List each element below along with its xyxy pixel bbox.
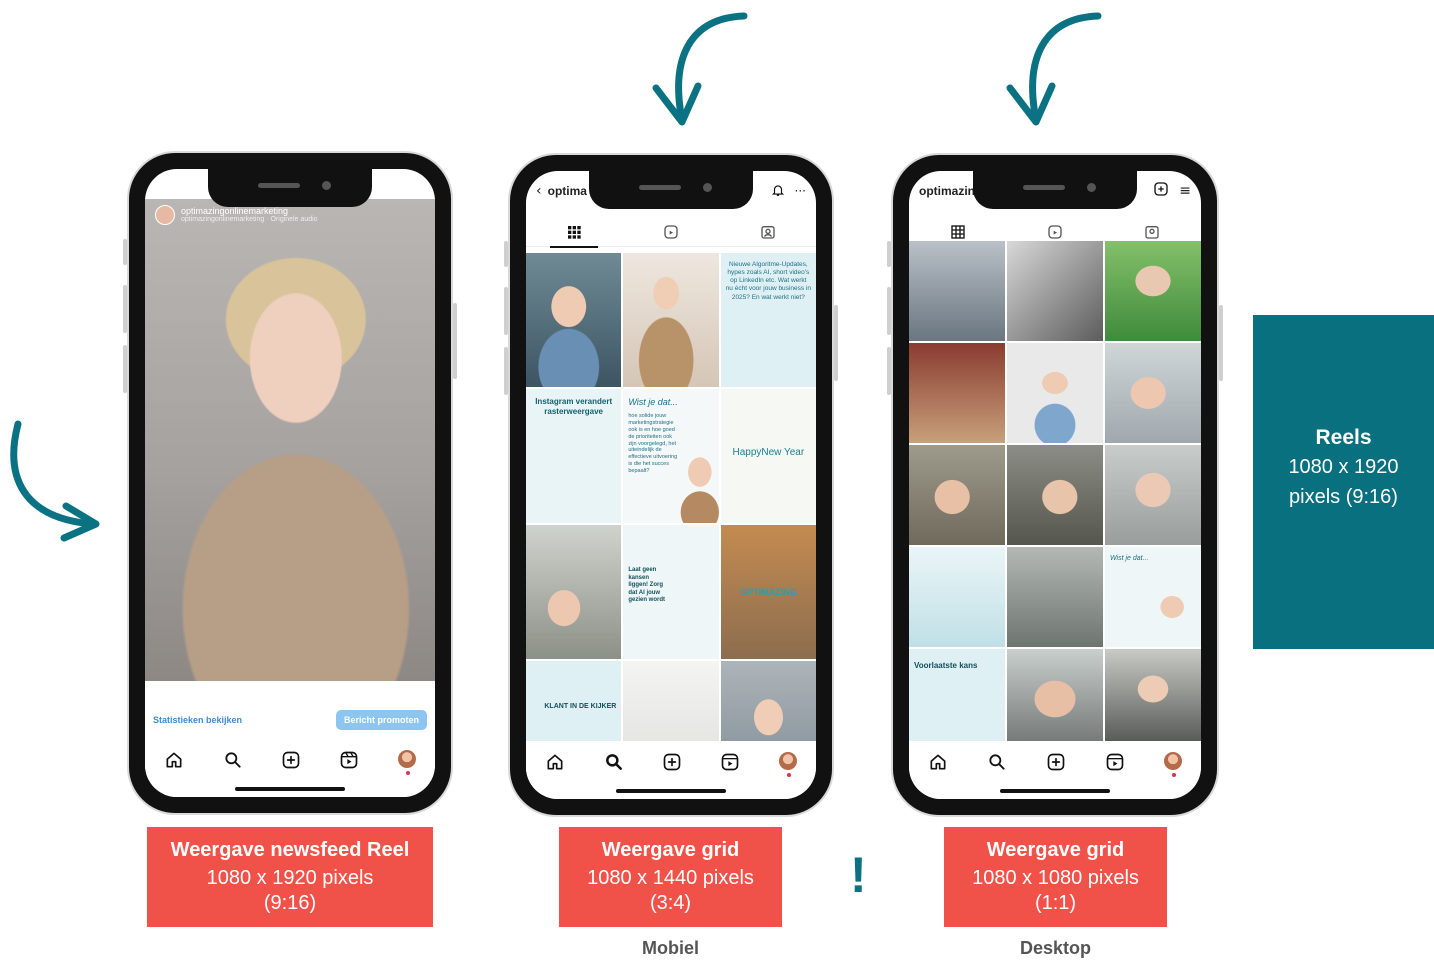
grid-post[interactable] [1007, 241, 1103, 341]
grid-post[interactable] [1007, 445, 1103, 545]
post-text: Laat geen kansen liggen! Zorg dat AI jou… [628, 567, 665, 603]
reel-screen: optimazingonlinemarketing optimazingonli… [145, 169, 435, 797]
grid-post[interactable] [623, 253, 719, 387]
grid-post[interactable]: HappyNew Year [720, 389, 816, 523]
label-reels: Reels 1080 x 1920 pixels (9:16) [1253, 315, 1434, 649]
search-icon[interactable] [603, 751, 625, 773]
grid-post[interactable]: Wist je dat... hoe solide jouw marketing… [623, 389, 719, 523]
post-text: Nieuwe Algoritme-Updates, hypes zoals AI… [725, 261, 811, 301]
label-ratio: (9:16) [263, 892, 317, 914]
post-grid: Nieuwe Algoritme-Updates, hypes zoals AI… [526, 253, 816, 795]
phone-grid-mobile: ‹ optima ··· Nieuwe Algoritme-Updates, h… [504, 155, 838, 815]
stats-link[interactable]: Statistieken bekijken [153, 715, 242, 725]
profile-screen: optimazin ≡ Wist je dat... Voorlaatste k… [909, 171, 1201, 799]
post-text: Voorlaatste kans [914, 661, 978, 670]
caption-mobile: Mobiel [642, 938, 699, 958]
search-icon[interactable] [986, 751, 1008, 773]
grid-post[interactable] [526, 253, 622, 387]
post-title: Wist je dat... [628, 397, 678, 407]
grid-post[interactable]: Wist je dat... [1105, 547, 1201, 647]
grid-post[interactable]: Nieuwe Algoritme-Updates, hypes zoals AI… [720, 253, 816, 387]
label-ratio: (1:1) [1034, 892, 1077, 914]
reel-username[interactable]: optimazingonlinemarketing [181, 206, 318, 217]
grid-post[interactable] [1105, 343, 1201, 443]
label-ratio: pixels (9:16) [1289, 486, 1398, 509]
search-icon[interactable] [222, 749, 244, 771]
post-text: OPTIMAZING [740, 587, 797, 597]
grid-post[interactable] [909, 343, 1005, 443]
more-icon[interactable]: ··· [795, 184, 806, 198]
post-title: Wist je dat... [1110, 555, 1149, 562]
post-text: KLANT IN DE KIJKER [544, 703, 617, 710]
create-icon[interactable] [661, 751, 683, 773]
reel-video[interactable] [145, 199, 435, 681]
grid-post[interactable] [1007, 649, 1103, 749]
post-text: HappyNew Year [732, 447, 805, 458]
phone-reel: optimazingonlinemarketing optimazingonli… [123, 153, 457, 813]
label-grid-mobile: Weergave grid 1080 x 1440 pixels (3:4) [559, 827, 782, 927]
reel-insights-bar: Statistieken bekijken Bericht promoten [145, 703, 435, 737]
home-icon[interactable] [927, 751, 949, 773]
phone-grid-desktop: optimazin ≡ Wist je dat... Voorlaatste k… [887, 155, 1223, 815]
arrow-down-icon [652, 12, 748, 126]
grid-post[interactable] [909, 547, 1005, 647]
menu-icon[interactable]: ≡ [1179, 183, 1191, 199]
grid-icon[interactable] [933, 222, 982, 248]
label-size: 1080 x 1920 [1288, 456, 1399, 479]
reels-tab-icon[interactable] [661, 222, 681, 242]
profile-avatar[interactable] [1162, 751, 1183, 777]
grid-post[interactable]: Instagram verandert rasterweergave [526, 389, 622, 523]
create-icon[interactable] [1153, 181, 1169, 201]
post-grid: Wist je dat... Voorlaatste kans [909, 241, 1201, 749]
grid-post[interactable] [1007, 547, 1103, 647]
reels-icon[interactable] [1104, 751, 1126, 773]
grid-post[interactable] [1105, 649, 1201, 749]
grid-post[interactable] [1007, 343, 1103, 443]
reel-author[interactable]: optimazingonlinemarketing optimazingonli… [155, 205, 318, 225]
label-grid-desktop: Weergave grid 1080 x 1080 pixels (1:1) [944, 827, 1167, 927]
label-title: Reels [1315, 426, 1372, 449]
promote-button[interactable]: Bericht promoten [335, 710, 427, 730]
back-icon[interactable]: ‹ [536, 183, 542, 199]
tagged-icon[interactable] [758, 222, 778, 242]
home-icon[interactable] [544, 751, 566, 773]
post-text: Instagram verandert rasterweergave [535, 397, 613, 416]
exclamation-mark: ! [850, 847, 867, 903]
avatar[interactable] [155, 205, 175, 225]
reels-icon[interactable] [719, 751, 741, 773]
profile-screen: ‹ optima ··· Nieuwe Algoritme-Updates, h… [526, 171, 816, 799]
grid-post[interactable] [1105, 445, 1201, 545]
profile-tabs [526, 217, 816, 248]
label-ratio: (3:4) [649, 892, 692, 914]
grid-post[interactable]: OPTIMAZING [720, 525, 816, 659]
create-icon[interactable] [1045, 751, 1067, 773]
profile-username[interactable]: optimazin [919, 184, 975, 198]
home-icon[interactable] [163, 749, 185, 771]
label-reel: Weergave newsfeed Reel 1080 x 1920 pixel… [147, 827, 433, 927]
reel-audio[interactable]: optimazingonlinemarketing · Originele au… [181, 216, 318, 223]
label-title: Weergave newsfeed Reel [170, 839, 410, 861]
reels-icon[interactable] [338, 749, 360, 771]
bell-icon[interactable] [771, 182, 785, 201]
arrow-down-icon [1006, 12, 1102, 126]
create-icon[interactable] [280, 749, 302, 771]
grid-post[interactable] [909, 445, 1005, 545]
profile-avatar[interactable] [777, 751, 798, 777]
grid-post[interactable] [526, 525, 622, 659]
grid-post[interactable] [1105, 241, 1201, 341]
label-title: Weergave grid [601, 839, 740, 861]
arrow-left-icon [10, 420, 100, 542]
grid-post[interactable]: Laat geen kansen liggen! Zorg dat AI jou… [623, 525, 719, 659]
profile-avatar[interactable] [396, 749, 417, 775]
profile-username[interactable]: optima [548, 184, 587, 198]
reels-tab-icon[interactable] [1045, 222, 1065, 242]
grid-post[interactable] [909, 241, 1005, 341]
tagged-icon[interactable] [1142, 222, 1162, 242]
label-title: Weergave grid [986, 839, 1125, 861]
grid-post[interactable]: Voorlaatste kans [909, 649, 1005, 749]
post-text: hoe solide jouw marketingstrategie ook i… [628, 413, 678, 474]
grid-icon[interactable] [550, 222, 599, 248]
caption-desktop: Desktop [1019, 938, 1091, 958]
